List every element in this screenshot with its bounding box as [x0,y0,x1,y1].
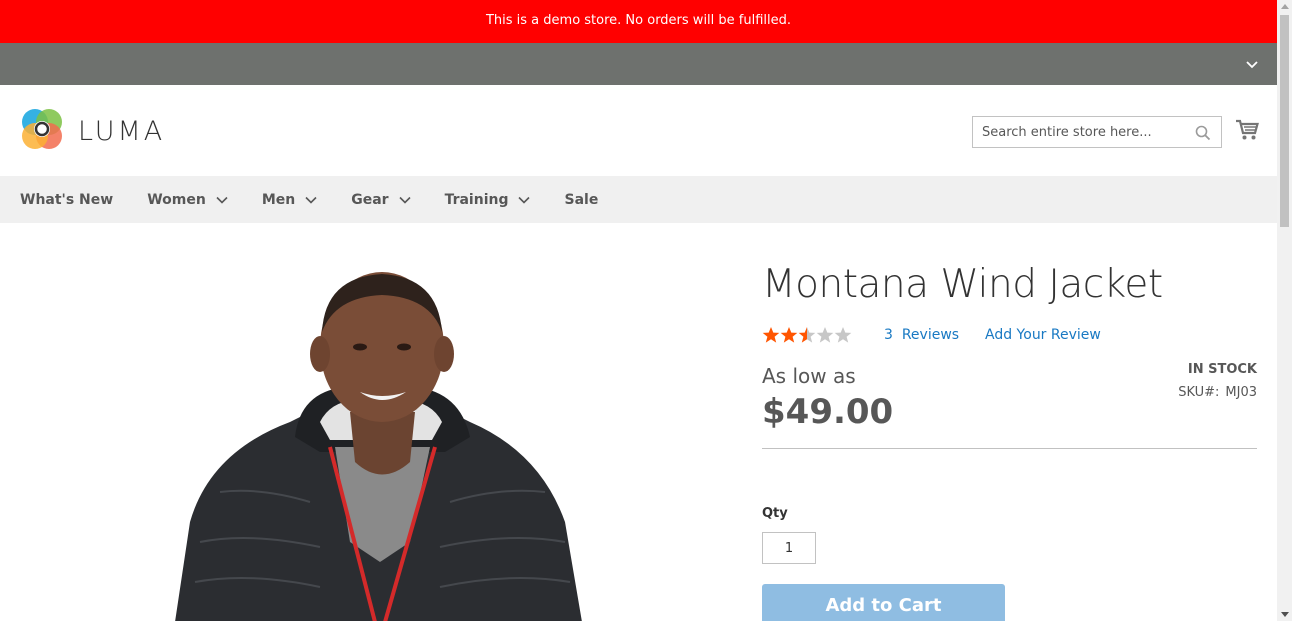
scrollbar-thumb[interactable] [1280,15,1289,227]
demo-notice-text: This is a demo store. No orders will be … [485,13,792,28]
scroll-up-icon[interactable] [1281,4,1289,9]
nav-item-label: Sale [564,191,599,208]
demo-notice-banner: This is a demo store. No orders will be … [0,0,1277,43]
product-price: $49.00 [762,392,894,432]
reviews-link[interactable]: 3 Reviews [884,327,959,343]
qty-input[interactable] [762,532,816,564]
chevron-down-icon [518,192,531,208]
chevron-down-icon[interactable] [1245,57,1259,71]
scroll-down-icon[interactable] [1281,612,1289,617]
product-title: Montana Wind Jacket [762,262,1163,307]
logo-text: LUMA [78,115,166,147]
divider [762,448,1257,449]
nav-item-sale[interactable]: Sale [564,192,598,208]
star-rating-icon [762,327,852,343]
reviews-label: Reviews [901,327,960,343]
qty-label: Qty [762,506,788,521]
add-review-link[interactable]: Add Your Review [985,327,1101,343]
nav-item-women[interactable]: Women [147,192,228,208]
sku: SKU#: MJ03 [1178,385,1257,400]
luma-logo-icon [20,107,64,155]
search-icon[interactable] [1195,125,1211,145]
top-header-bar [0,43,1277,85]
stock-status: IN STOCK [1187,362,1257,377]
product-image[interactable] [170,262,590,621]
sku-label: SKU#: [1178,385,1220,400]
page: This is a demo store. No orders will be … [0,0,1277,621]
main-navigation: What's New Women Men Gear Training Sale [0,176,1277,223]
chevron-down-icon [305,192,317,208]
price-prefix: As low as [762,364,856,388]
cart-icon[interactable] [1235,119,1259,145]
sku-value: MJ03 [1225,385,1257,400]
nav-item-gear[interactable]: Gear [351,191,411,208]
logo-link[interactable]: LUMA [20,107,165,155]
nav-item-label: Men [261,191,296,208]
nav-item-label: Women [147,191,206,208]
nav-item-men[interactable]: Men [262,192,317,208]
nav-item-whats-new[interactable]: What's New [20,192,113,208]
page-scrollbar[interactable] [1277,0,1292,621]
search-input[interactable] [973,117,1188,147]
reviews-count: 3 [884,327,893,343]
rating-stars [762,326,852,344]
search-box [972,116,1222,148]
nav-item-label: Training [444,191,509,208]
nav-item-label: Gear [351,191,389,208]
nav-item-label: What's New [20,191,114,208]
site-header: LUMA [0,85,1277,176]
nav-item-training[interactable]: Training [445,192,531,208]
add-to-cart-button[interactable]: Add to Cart [762,584,1005,621]
chevron-down-icon [216,192,228,208]
chevron-down-icon [398,192,411,208]
